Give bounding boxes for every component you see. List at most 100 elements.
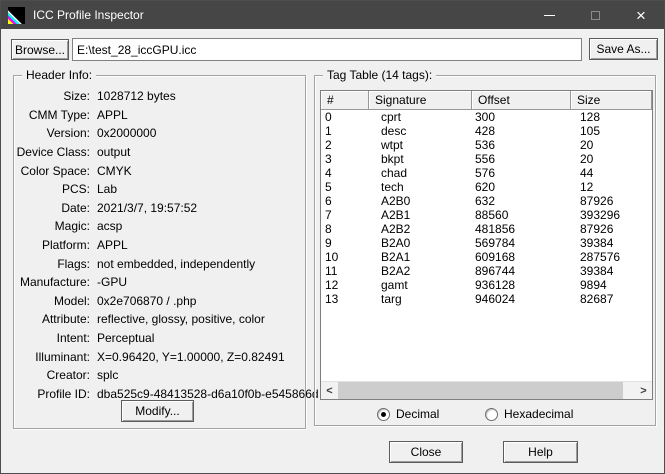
table-cell: 393296 (580, 208, 621, 222)
table-cell: B2A2 (381, 264, 411, 278)
header-field-value: 0x2e706870 / .php (97, 293, 197, 308)
tag-table: # Signature Offset Size 0 cprt 300 128 1 desc… (320, 90, 653, 400)
header-field-label: Attribute: (41, 312, 90, 327)
table-cell: 576 (475, 166, 496, 180)
table-row[interactable]: 2 wtpt 536 20 (321, 138, 652, 152)
table-cell: 287576 (580, 250, 621, 264)
table-row[interactable]: 7 A2B1 88560 393296 (321, 208, 652, 222)
header-info-title: Header Info: (22, 68, 97, 82)
table-cell: 5 (325, 180, 332, 194)
table-row[interactable]: 12 gamt 936128 9894 (321, 278, 652, 292)
radio-hexadecimal[interactable]: Hexadecimal (485, 406, 573, 422)
column-header-offset[interactable]: Offset (472, 91, 571, 110)
header-field: Date: 2021/3/7, 19:57:52 (14, 199, 303, 218)
close-icon: × (636, 5, 646, 25)
radio-hexadecimal-circle-icon (485, 407, 498, 421)
table-cell: 39384 (580, 236, 614, 250)
scroll-left-button[interactable]: < (321, 382, 338, 399)
titlebar[interactable]: ICC Profile Inspector × (1, 1, 664, 29)
header-field-label: Date: (61, 200, 90, 215)
header-field-label: Size: (63, 89, 90, 104)
header-field-label: Profile ID: (37, 386, 90, 401)
header-field: Magic: acsp (14, 217, 303, 236)
close-button[interactable]: Close (389, 441, 463, 463)
table-row[interactable]: 1 desc 428 105 (321, 124, 652, 138)
table-cell: gamt (381, 278, 408, 292)
table-cell: 620 (475, 180, 496, 194)
table-cell: 6 (325, 194, 332, 208)
header-field: Version: 0x2000000 (14, 124, 303, 143)
table-cell: 946024 (475, 292, 516, 306)
table-cell: 9 (325, 236, 332, 250)
header-field: Model: 0x2e706870 / .php (14, 292, 303, 311)
column-header-size[interactable]: Size (571, 91, 652, 110)
header-field-label: Platform: (41, 238, 90, 253)
radio-decimal[interactable]: Decimal (377, 406, 439, 422)
table-cell: desc (381, 124, 407, 138)
table-row[interactable]: 10 B2A1 609168 287576 (321, 250, 652, 264)
close-window-button[interactable]: × (618, 1, 664, 29)
table-cell: 88560 (475, 208, 509, 222)
column-header-number[interactable]: # (321, 91, 369, 110)
header-field: Color Space: CMYK (14, 161, 303, 180)
number-format-radio-group: Decimal Hexadecimal (315, 406, 655, 422)
table-row[interactable]: 0 cprt 300 128 (321, 110, 652, 124)
table-row[interactable]: 13 targ 946024 82687 (321, 292, 652, 306)
header-field-value: acsp (97, 219, 123, 234)
table-row[interactable]: 5 tech 620 12 (321, 180, 652, 194)
header-field: Creator: splc (14, 366, 303, 385)
table-cell: 128 (580, 110, 601, 124)
header-field-label: Magic: (54, 219, 90, 234)
table-cell: wtpt (381, 138, 404, 152)
table-cell: B2A1 (381, 250, 411, 264)
table-cell: 896744 (475, 264, 516, 278)
table-row[interactable]: 8 A2B2 481856 87926 (321, 222, 652, 236)
header-info-groupbox: Header Info: Size: 1028712 bytes CMM Type:… (13, 68, 319, 429)
table-cell: 4 (325, 166, 332, 180)
header-field-label: CMM Type: (28, 107, 90, 122)
header-field-value: output (97, 145, 131, 160)
table-cell: bkpt (381, 152, 404, 166)
column-header-signature[interactable]: Signature (369, 91, 472, 110)
table-cell: targ (381, 292, 402, 306)
help-button[interactable]: Help (503, 441, 578, 463)
modify-button[interactable]: Modify... (121, 400, 194, 422)
maximize-icon (590, 10, 600, 20)
table-cell: 20 (580, 152, 594, 166)
scroll-right-button[interactable]: > (635, 382, 652, 399)
table-cell: 3 (325, 152, 332, 166)
table-cell: 2 (325, 138, 332, 152)
table-cell: 1 (325, 124, 332, 138)
table-cell: 11 (325, 264, 338, 278)
header-field-label: Color Space: (20, 163, 90, 178)
horizontal-scrollbar[interactable]: < > (321, 381, 652, 399)
header-field-value: APPL (97, 107, 128, 122)
browse-button[interactable]: Browse... (11, 39, 69, 60)
table-cell: 13 (325, 292, 339, 306)
header-field-value: X=0.96420, Y=1.00000, Z=0.82491 (97, 349, 285, 364)
radio-decimal-circle-icon (377, 407, 390, 421)
maximize-button (572, 1, 618, 29)
scrollbar-thumb[interactable] (338, 382, 623, 399)
table-row[interactable]: 3 bkpt 556 20 (321, 152, 652, 166)
minimize-button[interactable] (526, 1, 572, 29)
table-cell: 12 (325, 278, 339, 292)
table-cell: 0 (325, 110, 332, 124)
scrollbar-track[interactable] (623, 382, 635, 399)
table-cell: 20 (580, 138, 594, 152)
header-field-value: splc (97, 368, 119, 383)
table-row[interactable]: 9 B2A0 569784 39384 (321, 236, 652, 250)
table-row[interactable]: 6 A2B0 632 87926 (321, 194, 652, 208)
table-row[interactable]: 11 B2A2 896744 39384 (321, 264, 652, 278)
file-path-input[interactable] (72, 38, 582, 61)
table-cell: tech (381, 180, 404, 194)
header-field: CMM Type: APPL (14, 106, 303, 125)
save-as-button[interactable]: Save As... (589, 38, 658, 60)
table-row[interactable]: 4 chad 576 44 (321, 166, 652, 180)
table-cell: 39384 (580, 264, 614, 278)
table-cell: 87926 (580, 194, 614, 208)
table-cell: 609168 (475, 250, 516, 264)
header-field-label: Flags: (57, 256, 90, 271)
header-field: Size: 1028712 bytes (14, 87, 303, 106)
table-cell: A2B0 (381, 194, 411, 208)
